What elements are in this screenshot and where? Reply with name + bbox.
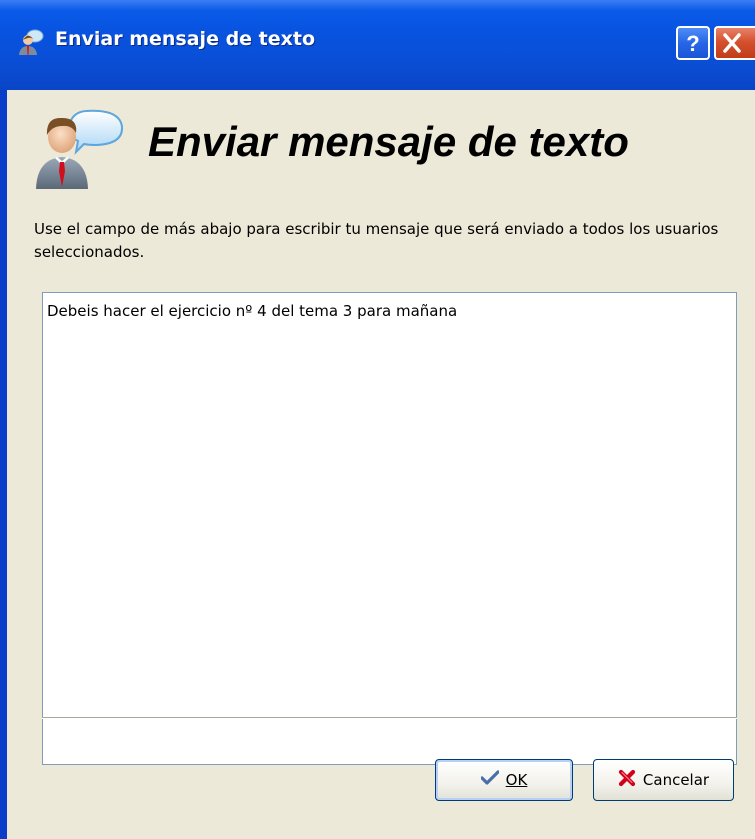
page-title: Enviar mensaje de texto	[148, 118, 629, 165]
help-button[interactable]: ?	[676, 26, 710, 60]
checkmark-icon	[480, 770, 506, 790]
user-message-icon	[18, 29, 44, 55]
dialog-body: Enviar mensaje de texto Use el campo de …	[7, 90, 755, 839]
dialog-window: Enviar mensaje de texto ? Enviar mensaje…	[0, 0, 755, 839]
ok-button[interactable]: OK	[435, 759, 573, 801]
cancel-label: Cancelar	[642, 771, 710, 789]
close-button[interactable]	[714, 26, 755, 60]
divider	[42, 717, 737, 719]
red-x-icon	[618, 769, 643, 791]
window-title: Enviar mensaje de texto	[55, 28, 316, 50]
instructions-text: Use el campo de más abajo para escribir …	[34, 220, 719, 261]
ok-label: OK	[505, 771, 528, 789]
user-speech-bubble-icon	[34, 107, 124, 189]
cancel-button[interactable]: Cancelar	[593, 759, 734, 801]
title-bar[interactable]: Enviar mensaje de texto ?	[0, 0, 755, 90]
message-textarea[interactable]: Debeis hacer el ejercicio nº 4 del tema …	[42, 292, 737, 765]
svg-text:?: ?	[686, 31, 699, 56]
